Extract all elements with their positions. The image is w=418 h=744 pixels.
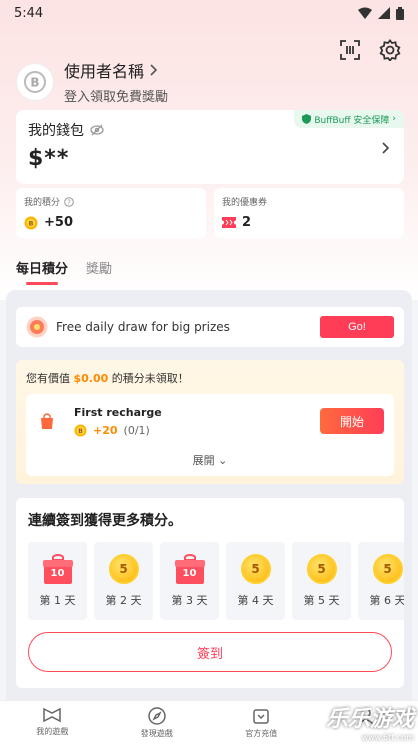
tab-bar: 每日積分 獎勵 <box>0 258 418 288</box>
coin-icon: 5 <box>108 554 139 584</box>
coupons-label: 我的優惠券 <box>222 198 268 208</box>
nav-label: 我的遊戲 <box>36 727 69 736</box>
watermark-title: 乐乐游戏 <box>325 707 414 732</box>
gift-icon: 10 <box>42 554 73 584</box>
buff-logo-icon: B <box>24 70 46 93</box>
svg-text:?: ? <box>67 198 71 206</box>
shield-icon <box>302 114 312 124</box>
wallet-amount: $** <box>28 146 70 171</box>
coin-icon: B <box>24 216 38 229</box>
compass-icon <box>148 707 166 725</box>
checkin-day-3[interactable]: 10 第 3 天 <box>160 542 219 620</box>
svg-text:B: B <box>30 75 39 89</box>
nav-label: 官方充值 <box>245 729 278 738</box>
tab-daily-points[interactable]: 每日積分 <box>16 258 68 285</box>
chevron-down-icon: ⌄ <box>218 454 228 467</box>
coin-icon: 5 <box>306 554 337 584</box>
wallet-icon <box>253 709 269 724</box>
chevron-right-icon: › <box>392 114 396 124</box>
wifi-icon <box>358 7 372 19</box>
watermark-url: www.6tt.com <box>361 733 414 742</box>
profile-section[interactable]: B 使用者名稱 登入領取免費獎勵 <box>16 58 168 105</box>
checkin-day-2[interactable]: 5 第 2 天 <box>94 542 153 620</box>
unclaimed-amount: $0.00 <box>73 372 109 385</box>
points-value: +50 <box>44 215 73 230</box>
day-label: 第 2 天 <box>105 594 142 607</box>
status-bar: 5:44 <box>0 0 418 26</box>
help-icon[interactable]: ? <box>64 196 74 207</box>
status-time: 5:44 <box>14 5 44 21</box>
coin-icon: B <box>74 424 87 437</box>
coupon-icon <box>222 217 236 228</box>
checkin-day-5[interactable]: 5 第 5 天 <box>292 542 351 620</box>
start-button[interactable]: 開始 <box>320 408 384 434</box>
header-actions <box>338 38 402 62</box>
signin-button[interactable]: 簽到 <box>28 632 392 672</box>
day-label: 第 6 天 <box>369 594 405 607</box>
svg-text:B: B <box>78 428 83 435</box>
task-first-recharge: First recharge B +20 (0/1) 開始 展開 ⌄ <box>26 394 394 476</box>
nav-label: 發現遊戲 <box>140 729 173 738</box>
daily-draw-text: Free daily draw for big prizes <box>56 320 230 334</box>
safety-badge-text: BuffBuff 安全保障 <box>314 115 390 126</box>
gear-icon[interactable] <box>378 38 402 62</box>
prize-wheel-icon <box>26 316 48 338</box>
avatar[interactable]: B <box>16 62 54 101</box>
login-hint[interactable]: 登入領取免費獎勵 <box>64 86 168 105</box>
task-reward-points: +20 <box>93 424 118 437</box>
checkin-day-1[interactable]: 10 第 1 天 <box>28 542 87 620</box>
expand-label: 展開 <box>192 454 215 467</box>
eye-off-icon[interactable] <box>90 124 104 136</box>
task-reward: B +20 (0/1) <box>74 424 150 437</box>
go-button[interactable]: Go! <box>320 316 394 338</box>
task-title: First recharge <box>74 406 162 419</box>
username-text: 使用者名稱 <box>64 62 145 81</box>
points-label: 我的積分 <box>24 198 61 208</box>
coin-icon: 5 <box>240 554 271 584</box>
checkin-card: 連續簽到獲得更多積分。 10 第 1 天 5 第 2 天 10 第 3 天 5 … <box>16 498 404 688</box>
coupons-card[interactable]: 我的優惠券 2 <box>214 188 404 238</box>
coin-icon: 5 <box>372 554 403 584</box>
checkin-day-6[interactable]: 5 第 6 天 <box>358 542 404 620</box>
battery-icon <box>396 6 404 20</box>
coupons-value: 2 <box>242 215 252 230</box>
scan-icon[interactable] <box>338 38 362 62</box>
checkin-title: 連續簽到獲得更多積分。 <box>28 513 182 529</box>
safety-badge[interactable]: BuffBuff 安全保障 › <box>294 110 404 128</box>
nav-official-topup[interactable]: 官方充值 <box>209 701 314 744</box>
checkin-day-4[interactable]: 5 第 4 天 <box>226 542 285 620</box>
watermark: 乐乐游戏 www.6tt.com <box>326 701 414 742</box>
gift-icon: 10 <box>174 554 205 584</box>
day-label: 第 4 天 <box>237 594 274 607</box>
signal-icon <box>378 7 390 19</box>
nav-discover[interactable]: 發現遊戲 <box>105 701 210 744</box>
chevron-right-icon <box>150 64 158 76</box>
checkin-days: 10 第 1 天 5 第 2 天 10 第 3 天 5 第 4 天 5 第 5 … <box>28 542 404 620</box>
svg-text:B: B <box>29 219 34 227</box>
gamepad-icon <box>43 707 61 723</box>
day-label: 第 5 天 <box>303 594 340 607</box>
daily-draw-card[interactable]: Free daily draw for big prizes Go! <box>16 307 404 347</box>
chevron-right-icon[interactable] <box>382 142 390 154</box>
expand-toggle[interactable]: 展開 ⌄ <box>26 452 394 468</box>
nav-my-games[interactable]: 我的遊戲 <box>0 701 105 744</box>
username[interactable]: 使用者名稱 <box>64 58 168 82</box>
status-icons <box>358 6 404 20</box>
wallet-title: 我的錢包 <box>28 123 84 139</box>
tab-rewards[interactable]: 獎勵 <box>86 258 112 285</box>
task-progress: (0/1) <box>123 424 150 437</box>
shopping-bag-icon <box>41 413 53 429</box>
recharge-card: 您有價值 $0.00 的積分未領取！ First recharge B +20 … <box>16 360 404 484</box>
day-label: 第 1 天 <box>39 594 76 607</box>
day-label: 第 3 天 <box>171 594 208 607</box>
unclaimed-notice: 您有價值 $0.00 的積分未領取！ <box>26 372 189 385</box>
wallet-card[interactable]: BuffBuff 安全保障 › 我的錢包 $** <box>16 110 404 184</box>
points-card[interactable]: 我的積分 ? B +50 <box>16 188 206 238</box>
